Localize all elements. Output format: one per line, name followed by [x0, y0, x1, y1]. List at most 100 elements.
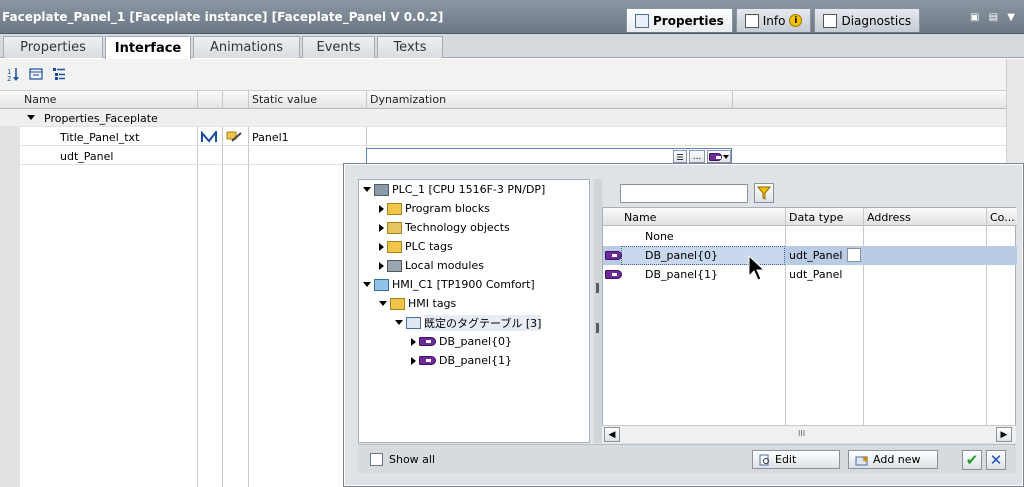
tab-events[interactable]: Events — [302, 36, 375, 58]
collapse-icon[interactable] — [29, 67, 43, 81]
splitter-grip[interactable] — [596, 323, 599, 333]
tree-node[interactable]: 既定のタグテーブル [3] — [395, 313, 542, 332]
show-all-checkbox[interactable] — [370, 453, 383, 466]
edit-search-icon — [759, 454, 769, 465]
scroll-thumb-grip[interactable]: III — [798, 429, 805, 438]
chevron-right-icon[interactable] — [379, 242, 384, 251]
toolbar: 1 2 — [0, 59, 1006, 91]
chevron-down-icon[interactable] — [363, 282, 371, 287]
chevron-down-icon — [723, 154, 729, 159]
chevron-right-icon[interactable] — [411, 337, 416, 346]
col-dynamization[interactable]: Dynamization — [370, 93, 446, 106]
tab-diagnostics-inspector[interactable]: Diagnostics — [814, 8, 921, 32]
chevron-right-icon[interactable] — [379, 223, 384, 232]
tag-icon — [419, 337, 436, 346]
list-item[interactable]: DB_panel{1} udt_Panel — [603, 265, 1017, 284]
col-divider — [732, 91, 733, 109]
chevron-right-icon[interactable] — [379, 204, 384, 213]
tab-info-inspector[interactable]: Info i — [735, 8, 812, 32]
edit-icon[interactable] — [226, 130, 242, 143]
tag-icon — [709, 152, 722, 161]
tag-table-icon — [406, 316, 421, 329]
inspector-tabs: Properties Info i Diagnostics — [626, 8, 923, 32]
tag-dropdown-button[interactable] — [707, 150, 731, 163]
show-all-label: Show all — [389, 453, 436, 466]
info-list-icon — [744, 13, 759, 28]
window-controls[interactable]: ▣ ▤ ▼ — [970, 12, 1018, 23]
chevron-down-icon[interactable] — [363, 187, 371, 192]
tree-node[interactable]: PLC_1 [CPU 1516F-3 PN/DP] — [363, 180, 545, 199]
folder-icon — [387, 202, 402, 215]
list-icon[interactable] — [847, 248, 861, 262]
title-bar: Faceplate_Panel_1 [Faceplate instance] [… — [0, 0, 1024, 34]
col-name[interactable]: Name — [624, 211, 656, 224]
plc-icon — [374, 183, 389, 196]
svg-text:2: 2 — [7, 75, 11, 81]
property-tabs: Properties Interface Animations Events T… — [0, 34, 1024, 59]
filter-icon — [756, 186, 772, 200]
scroll-right-button[interactable]: ▶ — [996, 427, 1012, 442]
horizontal-scrollbar[interactable]: ◀ III ▶ — [602, 425, 1016, 443]
tree-node[interactable]: DB_panel{0} — [411, 332, 512, 351]
tree-node[interactable]: Technology objects — [379, 218, 510, 237]
scroll-left-button[interactable]: ◀ — [604, 427, 620, 442]
folder-icon — [390, 297, 405, 310]
dynamic-connection-icon[interactable] — [201, 131, 217, 143]
tag-icon — [605, 251, 622, 260]
col-comment[interactable]: Co... — [990, 211, 1015, 224]
tag-icon — [419, 356, 436, 365]
window-title: Faceplate_Panel_1 [Faceplate instance] [… — [2, 10, 444, 24]
sort-icon[interactable]: 1 2 — [7, 67, 21, 81]
modules-icon — [387, 259, 402, 272]
splitter[interactable] — [594, 179, 602, 443]
list-header: Name Data type Address Co... — [603, 208, 1017, 226]
ok-button[interactable]: ✔ — [962, 450, 982, 470]
chevron-right-icon[interactable] — [379, 261, 384, 270]
tree-node[interactable]: PLC tags — [379, 237, 453, 256]
tree-node[interactable]: Local modules — [379, 256, 484, 275]
tree-node[interactable]: Program blocks — [379, 199, 490, 218]
filter-button[interactable] — [754, 183, 774, 203]
tab-properties[interactable]: Properties — [3, 36, 103, 58]
tree-node[interactable]: HMI_C1 [TP1900 Comfort] — [363, 275, 535, 294]
tab-animations[interactable]: Animations — [193, 36, 300, 58]
popup-footer: Show all Edit ✱ Add new ✔ ✕ — [358, 444, 1016, 473]
chevron-down-icon[interactable] — [395, 320, 403, 325]
filter-input[interactable] — [620, 184, 748, 203]
expand-list-icon[interactable] — [52, 67, 66, 81]
technology-icon — [387, 221, 402, 234]
col-address[interactable]: Address — [867, 211, 911, 224]
add-new-icon: ✱ — [855, 455, 869, 465]
diagnostics-icon — [823, 13, 838, 28]
info-icon: i — [789, 14, 803, 27]
table-row[interactable]: Title_Panel_txt Panel1 — [0, 128, 1006, 146]
edit-button[interactable]: Edit — [752, 450, 840, 469]
chevron-down-icon[interactable] — [27, 115, 35, 120]
tag-list: Name Data type Address Co... None DB_pan… — [602, 207, 1017, 444]
list-icon[interactable] — [673, 150, 687, 163]
list-item[interactable]: DB_panel{0} udt_Panel — [603, 246, 1017, 265]
mouse-cursor-icon — [748, 255, 766, 281]
tab-properties-inspector[interactable]: Properties — [626, 8, 733, 32]
table-row[interactable]: Properties_Faceplate — [0, 109, 1006, 127]
folder-icon — [387, 240, 402, 253]
tab-texts[interactable]: Texts — [377, 36, 443, 58]
col-name[interactable]: Name — [24, 93, 56, 106]
col-data-type[interactable]: Data type — [789, 211, 843, 224]
chevron-right-icon[interactable] — [411, 356, 416, 365]
cancel-button[interactable]: ✕ — [986, 450, 1006, 470]
grid-header: Name Static value Dynamization — [0, 91, 1006, 109]
add-new-button[interactable]: ✱ Add new — [848, 450, 938, 469]
splitter-grip[interactable] — [596, 283, 599, 293]
properties-icon — [635, 13, 649, 28]
tag-selection-popup: PLC_1 [CPU 1516F-3 PN/DP] Program blocks… — [343, 163, 1024, 487]
svg-text:✱: ✱ — [862, 455, 869, 464]
tree-node[interactable]: DB_panel{1} — [411, 351, 512, 370]
tree-node[interactable]: HMI tags — [379, 294, 456, 313]
browse-button[interactable]: ... — [689, 150, 705, 163]
tab-interface[interactable]: Interface — [105, 36, 191, 59]
list-item[interactable]: None — [603, 227, 1017, 246]
tag-icon — [605, 270, 622, 279]
col-static-value[interactable]: Static value — [252, 93, 317, 106]
chevron-down-icon[interactable] — [379, 301, 387, 306]
